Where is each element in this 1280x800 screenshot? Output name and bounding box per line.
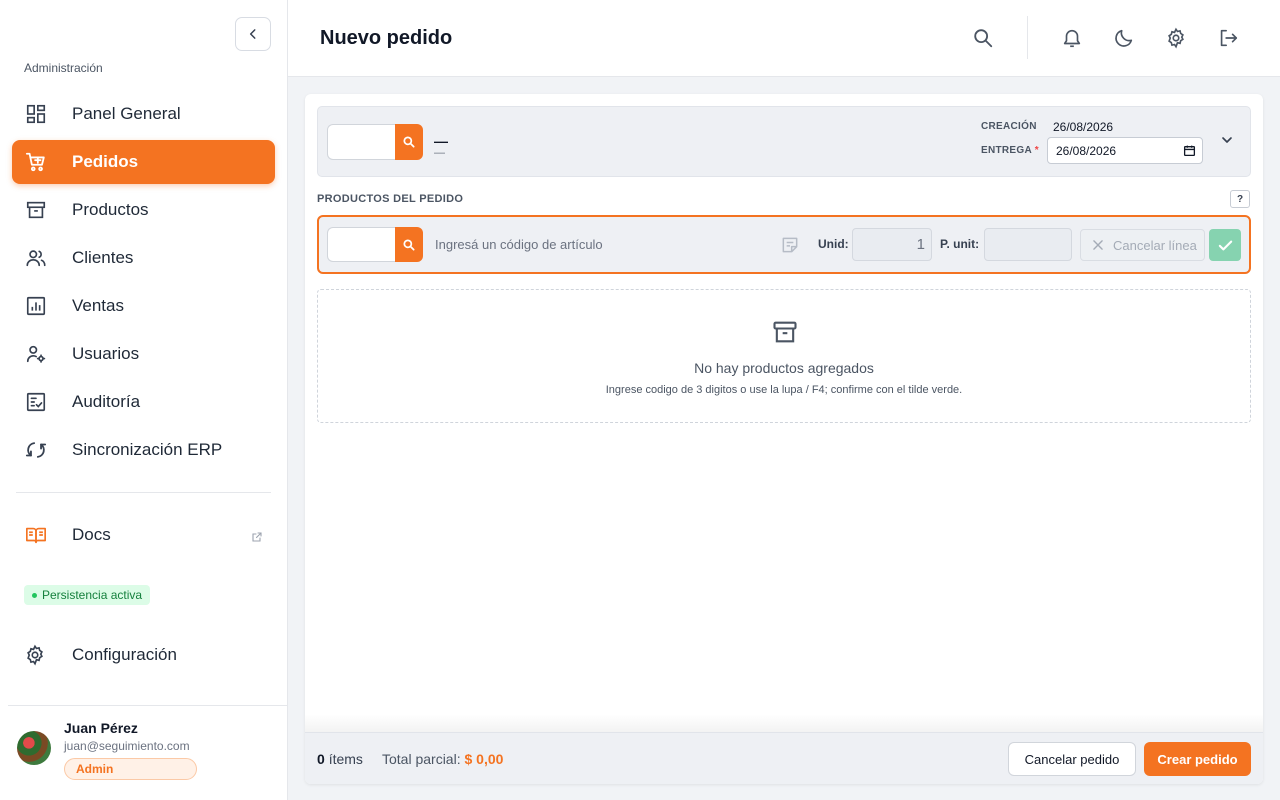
required-marker: *: [1034, 145, 1039, 156]
article-code-input[interactable]: [327, 227, 395, 262]
user-email: juan@seguimiento.com: [64, 739, 190, 753]
sidebar-item-label: Pedidos: [72, 152, 139, 171]
sidebar-item-panel-general[interactable]: Panel General: [12, 92, 275, 136]
page-title: Nuevo pedido: [320, 27, 453, 49]
confirm-line-button[interactable]: [1209, 229, 1241, 261]
products-section-label: PRODUCTOS DEL PEDIDO: [317, 193, 464, 205]
delivery-label: ENTREGA *: [981, 145, 1039, 156]
empty-title: No hay productos agregados: [694, 360, 874, 376]
sidebar-item-label: Ventas: [72, 296, 124, 315]
client-code-input[interactable]: [327, 124, 395, 160]
cancel-line-label: Cancelar línea: [1113, 237, 1197, 253]
unit-price-input[interactable]: [984, 228, 1072, 261]
audit-icon: [24, 390, 48, 414]
section-label: Administración: [24, 61, 103, 75]
article-placeholder: Ingresá un código de artículo: [435, 237, 603, 252]
persistence-badge: Persistencia activa: [24, 585, 151, 605]
sidebar-item-ventas[interactable]: Ventas: [12, 284, 275, 328]
collapse-sidebar-button[interactable]: [235, 17, 271, 51]
top-header: Nuevo pedido: [288, 0, 1280, 77]
calendar-icon[interactable]: [1183, 144, 1196, 160]
close-icon: [1093, 240, 1103, 250]
quantity-input[interactable]: 1: [852, 228, 932, 261]
gear-icon[interactable]: [1164, 26, 1188, 50]
sidebar-item-auditoria[interactable]: Auditoría: [12, 380, 275, 424]
search-icon: [403, 238, 415, 251]
empty-products-state: No hay productos agregados Ingrese codig…: [317, 289, 1251, 423]
sidebar-item-configuracion[interactable]: Configuración: [12, 633, 275, 677]
sidebar-item-label: Productos: [72, 200, 149, 219]
sidebar-item-label: Configuración: [72, 645, 177, 664]
user-role-badge: Admin: [64, 758, 197, 780]
book-icon: [24, 523, 48, 547]
client-panel: — — CREACIÓN 26/08/2026 ENTREGA * 26/08/…: [317, 106, 1251, 177]
sidebar-divider: [16, 492, 271, 493]
sidebar-nav: Panel General Pedidos Productos Clientes…: [12, 92, 275, 476]
unit-price-label: P. unit:: [940, 237, 980, 251]
order-footer: 0 ítems Total parcial: $ 0,00 Cancelar p…: [305, 732, 1263, 784]
sidebar-item-label: Docs: [72, 525, 111, 544]
sidebar-item-label: Auditoría: [72, 392, 141, 411]
note-icon[interactable]: [780, 235, 800, 260]
quantity-label: Unid:: [818, 237, 849, 251]
client-search-button[interactable]: [395, 124, 423, 160]
delivery-date-value: 26/08/2026: [1056, 143, 1117, 158]
user-divider: [8, 705, 287, 706]
sidebar-item-label: Sincronización ERP: [72, 440, 223, 459]
sidebar-item-docs[interactable]: Docs: [12, 513, 275, 557]
creation-date: 26/08/2026: [1053, 120, 1114, 134]
gear-icon: [24, 643, 48, 667]
sidebar-item-label: Usuarios: [72, 344, 140, 363]
sidebar-item-sincronizacion-erp[interactable]: Sincronización ERP: [12, 428, 275, 472]
client-subtitle: —: [434, 147, 445, 159]
user-name: Juan Pérez: [64, 720, 138, 736]
avatar[interactable]: [17, 731, 51, 765]
persistence-label: Persistencia activa: [42, 588, 143, 602]
cart-icon: [24, 150, 48, 174]
subtotal-value: $ 0,00: [464, 751, 504, 767]
sidebar-item-pedidos[interactable]: Pedidos: [12, 140, 275, 184]
sidebar-item-label: Clientes: [72, 248, 134, 267]
chevron-down-icon[interactable]: [1219, 132, 1235, 153]
sidebar-item-productos[interactable]: Productos: [12, 188, 275, 232]
user-gear-icon: [24, 342, 48, 366]
create-order-button[interactable]: Crear pedido: [1144, 742, 1251, 776]
archive-icon: [24, 198, 48, 222]
chart-icon: [24, 294, 48, 318]
subtotal-label: Total parcial:: [382, 751, 461, 767]
items-count: 0 ítems: [317, 751, 363, 767]
search-icon[interactable]: [971, 26, 995, 50]
order-card: — — CREACIÓN 26/08/2026 ENTREGA * 26/08/…: [305, 94, 1263, 784]
article-search-button[interactable]: [395, 227, 423, 262]
subtotal: Total parcial: $ 0,00: [382, 751, 503, 767]
empty-hint: Ingrese codigo de 3 digitos o use la lup…: [605, 384, 963, 396]
sidebar-item-clientes[interactable]: Clientes: [12, 236, 275, 280]
sync-icon: [24, 438, 48, 462]
creation-label: CREACIÓN: [981, 121, 1037, 132]
external-link-icon: [251, 528, 263, 548]
dashboard-icon: [24, 102, 48, 126]
bell-icon[interactable]: [1060, 26, 1084, 50]
cancel-line-button[interactable]: Cancelar línea: [1080, 229, 1205, 261]
delivery-label-text: ENTREGA: [981, 145, 1032, 156]
sidebar: Administración Panel General Pedidos Pro…: [0, 0, 288, 800]
moon-icon[interactable]: [1112, 26, 1136, 50]
help-button[interactable]: ?: [1230, 190, 1250, 208]
search-icon: [403, 136, 415, 148]
cancel-order-button[interactable]: Cancelar pedido: [1008, 742, 1136, 776]
items-count-value: 0: [317, 751, 325, 767]
delivery-date-input[interactable]: 26/08/2026: [1047, 137, 1203, 164]
check-icon: [1218, 240, 1232, 250]
chevron-left-icon: [249, 29, 256, 39]
users-icon: [24, 246, 48, 270]
logout-icon[interactable]: [1216, 26, 1240, 50]
sidebar-item-label: Panel General: [72, 104, 181, 123]
status-dot: [32, 592, 37, 598]
sidebar-item-usuarios[interactable]: Usuarios: [12, 332, 275, 376]
archive-icon: [771, 318, 799, 351]
header-divider: [1027, 16, 1028, 59]
items-count-label: ítems: [328, 751, 363, 767]
product-entry-row: Ingresá un código de artículo Unid: 1 P.…: [317, 215, 1251, 274]
